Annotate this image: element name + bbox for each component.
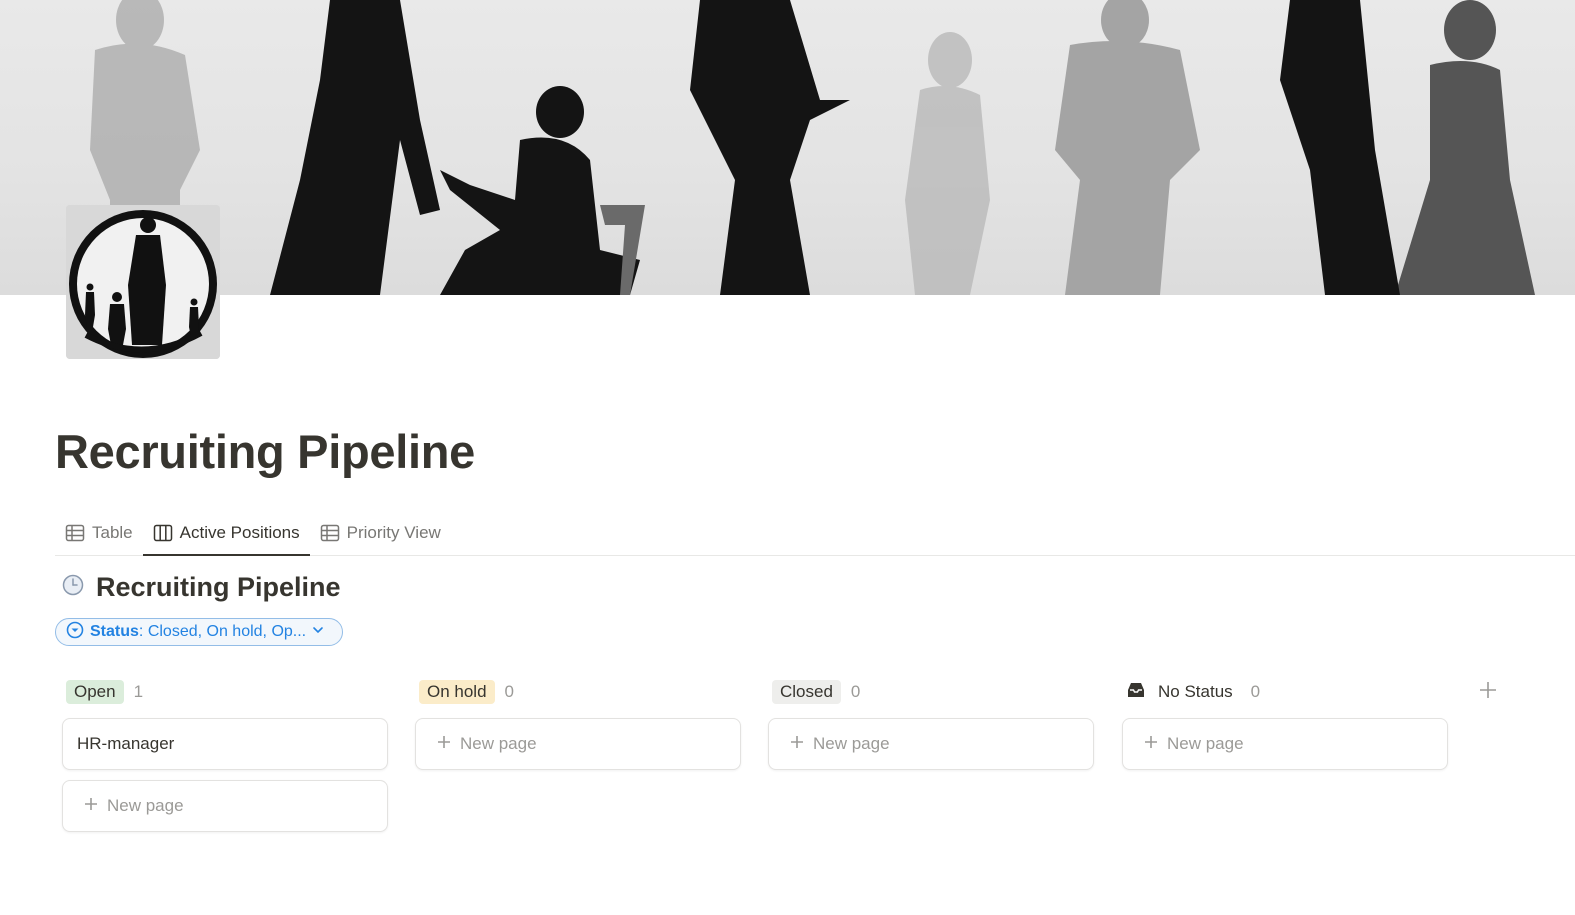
board-column-open: Open 1 HR-manager New page — [62, 676, 388, 832]
filter-key: Status — [90, 623, 139, 640]
board-icon — [153, 524, 173, 542]
new-page-button[interactable]: New page — [62, 780, 388, 832]
column-count: 0 — [1250, 682, 1261, 701]
column-count: 1 — [133, 682, 144, 701]
tab-table[interactable]: Table — [55, 510, 143, 555]
tab-label: Priority View — [346, 522, 441, 542]
new-page-label: New page — [1167, 734, 1244, 753]
board-column-closed: Closed 0 New page — [768, 676, 1094, 770]
column-header: Open 1 — [62, 676, 388, 708]
people-silhouettes-illustration — [90, 0, 1535, 295]
status-badge[interactable]: No Status — [1156, 680, 1241, 704]
table-icon — [65, 524, 85, 542]
people-silhouettes-circle-icon — [66, 205, 220, 359]
tab-priority-view[interactable]: Priority View — [310, 510, 451, 555]
status-badge[interactable]: On hold — [419, 680, 495, 704]
new-page-button[interactable]: New page — [1122, 718, 1448, 770]
tab-label: Table — [92, 522, 133, 542]
tab-active-positions[interactable]: Active Positions — [142, 510, 310, 556]
cover-image — [0, 0, 1575, 295]
new-page-label: New page — [460, 734, 537, 753]
status-filter-icon — [66, 621, 84, 644]
inbox-icon — [1126, 681, 1146, 704]
add-group-button[interactable] — [1478, 679, 1498, 703]
board-card[interactable]: HR-manager — [62, 718, 388, 770]
new-page-label: New page — [813, 734, 890, 753]
board-column-no-status: No Status 0 New page — [1122, 676, 1448, 770]
database-heading: Recruiting Pipeline — [62, 572, 341, 603]
new-page-button[interactable]: New page — [415, 718, 741, 770]
plus-icon — [436, 734, 452, 755]
filter-separator: : — [138, 623, 144, 640]
column-count: 0 — [850, 682, 861, 701]
view-tabs: Table Active Positions Priority View — [55, 510, 1575, 556]
page-icon[interactable] — [66, 205, 220, 359]
column-count: 0 — [504, 682, 515, 701]
clock-icon[interactable] — [62, 574, 84, 601]
chevron-down-icon — [312, 623, 324, 641]
status-filter-button[interactable]: Status: Closed, On hold, Op... — [55, 618, 343, 646]
tab-label: Active Positions — [179, 522, 300, 542]
board-column-on-hold: On hold 0 New page — [415, 676, 741, 770]
status-badge[interactable]: Open — [66, 680, 124, 704]
status-badge[interactable]: Closed — [772, 680, 841, 704]
new-page-button[interactable]: New page — [768, 718, 1094, 770]
plus-icon — [789, 734, 805, 755]
column-header: Closed 0 — [768, 676, 1094, 708]
new-page-label: New page — [107, 796, 184, 815]
filter-value: Closed, On hold, Op... — [147, 623, 307, 640]
plus-icon — [83, 796, 99, 817]
column-header: On hold 0 — [415, 676, 741, 708]
table-icon — [320, 524, 340, 542]
page-title[interactable]: Recruiting Pipeline — [55, 424, 475, 479]
column-header: No Status 0 — [1122, 676, 1448, 708]
plus-icon — [1478, 676, 1498, 706]
database-title[interactable]: Recruiting Pipeline — [96, 572, 341, 603]
card-title: HR-manager — [77, 734, 175, 753]
plus-icon — [1143, 734, 1159, 755]
